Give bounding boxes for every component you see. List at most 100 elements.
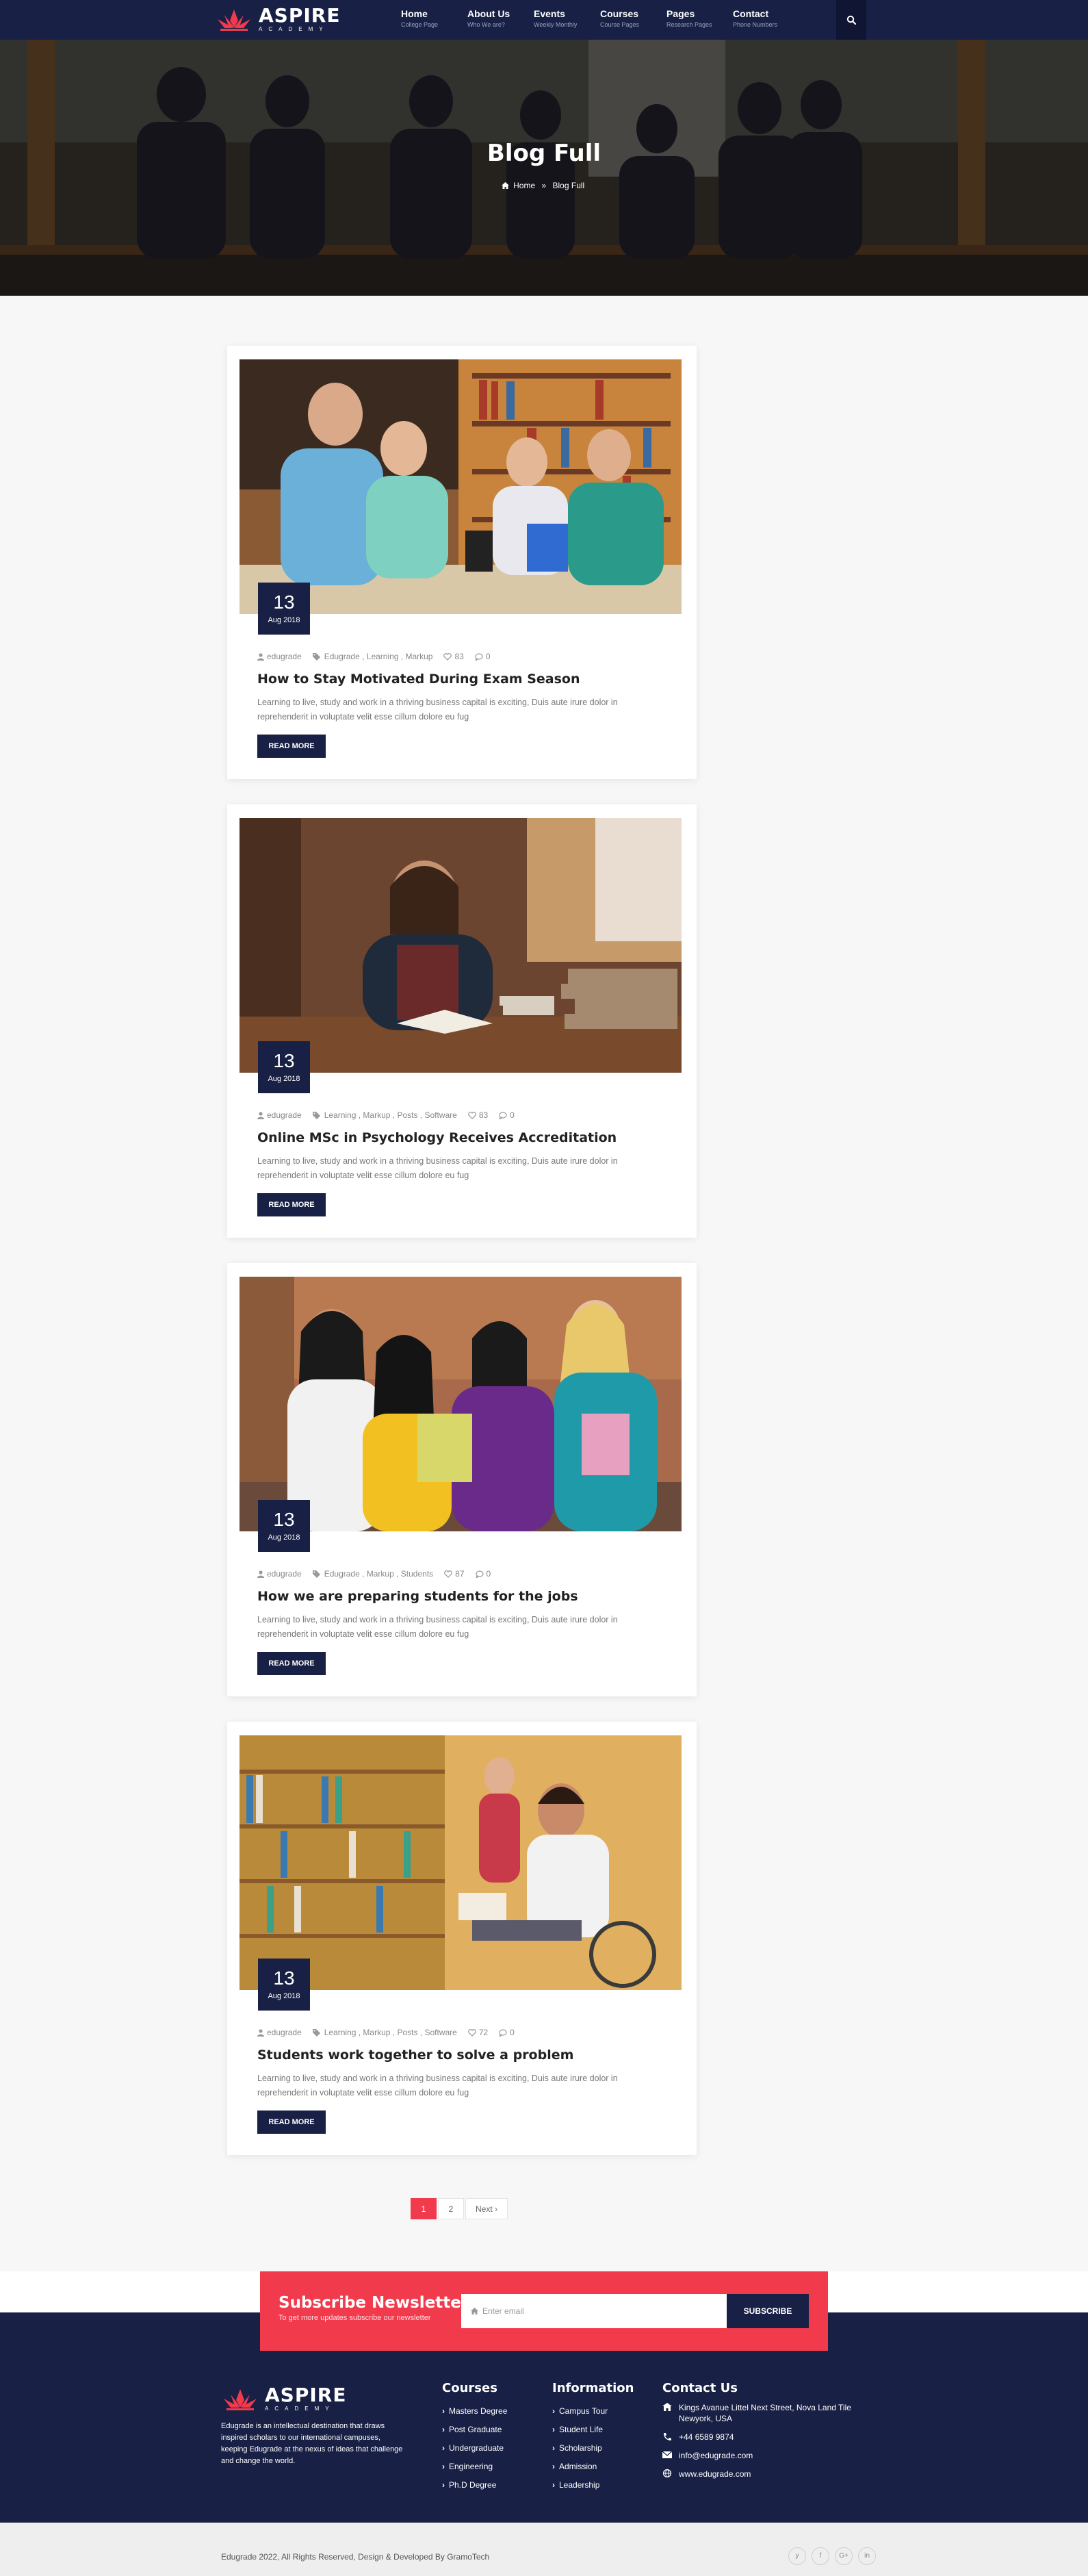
post-date-badge: 13 Aug 2018 — [258, 1041, 310, 1093]
post-tags[interactable]: Edugrade , Markup , Students — [312, 1569, 434, 1579]
linkedin-icon[interactable]: in — [858, 2547, 876, 2565]
nav-item-contact[interactable]: Contact Phone Numbers — [733, 8, 799, 29]
nav-item-events[interactable]: Events Weekly Monthly — [534, 8, 600, 29]
address-text: Kings Avanue Littel Next Street, Nova La… — [679, 2403, 851, 2423]
post-tags[interactable]: Learning , Markup , Posts , Software — [312, 1110, 457, 1120]
tag-list: Edugrade , Markup , Students — [324, 1569, 434, 1579]
nav-title: Events — [534, 8, 565, 19]
nav-item-pages[interactable]: Pages Research Pages — [666, 8, 733, 29]
social-links: y f G+ in — [783, 2547, 876, 2565]
post-tags[interactable]: Learning , Markup , Posts , Software — [312, 2028, 457, 2037]
nav-subtitle: Weekly Monthly — [534, 21, 578, 28]
post-likes[interactable]: 87 — [444, 1569, 465, 1579]
nav-item-courses[interactable]: Courses Course Pages — [600, 8, 666, 29]
lotus-logo-icon — [218, 10, 250, 31]
read-more-button[interactable]: READ MORE — [257, 1193, 326, 1216]
post-date-badge: 13 Aug 2018 — [258, 1500, 310, 1552]
post-comments[interactable]: 0 — [475, 652, 491, 661]
post-author[interactable]: edugrade — [257, 652, 302, 661]
page-hero: Blog Full Home » Blog Full — [0, 40, 1088, 296]
youtube-icon[interactable]: y — [788, 2547, 806, 2565]
copyright-bar: Edugrade 2022, All Rights Reserved, Desi… — [0, 2523, 1088, 2576]
footer-link-label: Masters Degree — [449, 2406, 508, 2416]
post-title[interactable]: Students work together to solve a proble… — [257, 2048, 573, 2063]
post-date-day: 13 — [273, 1050, 295, 1071]
contact-address: Kings Avanue Littel Next Street, Nova La… — [662, 2402, 861, 2424]
post-title[interactable]: How we are preparing students for the jo… — [257, 1589, 578, 1604]
post-image[interactable] — [239, 1277, 682, 1531]
google-plus-icon[interactable]: G+ — [835, 2547, 853, 2565]
globe-icon — [662, 2469, 672, 2477]
footer-link[interactable]: › Scholarship — [552, 2439, 634, 2458]
page-title: Blog Full — [487, 140, 601, 167]
blog-post-card: 13 Aug 2018 edugrade Edugrade , Markup ,… — [227, 1263, 697, 1696]
post-likes[interactable]: 83 — [467, 1110, 488, 1120]
post-author[interactable]: edugrade — [257, 2028, 302, 2037]
website-text: www.edugrade.com — [679, 2469, 751, 2479]
footer-information: Information › Campus Tour › Student Life ›… — [552, 2381, 634, 2495]
post-title[interactable]: How to Stay Motivated During Exam Season — [257, 672, 580, 687]
post-comments[interactable]: 0 — [499, 2028, 515, 2037]
footer-link[interactable]: › Masters Degree — [442, 2402, 507, 2421]
students-group-photo — [239, 1277, 682, 1531]
blog-post-card: 13 Aug 2018 edugrade Learning , Markup ,… — [227, 1722, 697, 2155]
footer-link[interactable]: › Admission — [552, 2458, 634, 2476]
post-comments[interactable]: 0 — [475, 1569, 491, 1579]
post-date-day: 13 — [273, 1967, 295, 1989]
search-button[interactable] — [836, 0, 866, 40]
breadcrumb-home[interactable]: Home — [513, 181, 535, 190]
footer-link[interactable]: › Post Graduate — [442, 2421, 507, 2439]
post-image[interactable] — [239, 818, 682, 1073]
footer-link[interactable]: › Leadership — [552, 2476, 634, 2495]
newsletter-email-input[interactable]: Enter email — [461, 2294, 727, 2328]
post-author[interactable]: edugrade — [257, 1569, 302, 1579]
post-excerpt: Learning to live, study and work in a th… — [257, 2074, 618, 2097]
nav-item-about-us[interactable]: About Us Who We are? — [467, 8, 534, 29]
post-likes[interactable]: 72 — [467, 2028, 488, 2037]
read-more-button[interactable]: READ MORE — [257, 2110, 326, 2134]
newsletter-box: Subscribe Newsletter To get more updates… — [260, 2271, 828, 2351]
post-tags[interactable]: Edugrade , Learning , Markup — [312, 652, 432, 661]
footer-link-label: Campus Tour — [559, 2406, 608, 2416]
site-logo[interactable]: ASPIRE ACADEMY — [215, 6, 340, 33]
user-icon — [257, 1111, 264, 1119]
read-more-button[interactable]: READ MORE — [257, 1652, 326, 1675]
tag-list: Learning , Markup , Posts , Software — [324, 1110, 457, 1120]
newsletter-subtitle: To get more updates subscribe our newsle… — [279, 2314, 431, 2322]
tags-icon — [312, 1570, 320, 1578]
page-2-button[interactable]: 2 — [438, 2198, 464, 2219]
footer-link[interactable]: › Undergraduate — [442, 2439, 507, 2458]
footer-link[interactable]: › Engineering — [442, 2458, 507, 2476]
contact-phone[interactable]: +44 6589 9874 — [662, 2432, 861, 2443]
footer-courses: Courses › Masters Degree › Post Graduate ›… — [442, 2381, 507, 2495]
subscribe-button[interactable]: SUBSCRIBE — [727, 2294, 809, 2328]
contact-website[interactable]: www.edugrade.com — [662, 2469, 861, 2479]
post-excerpt: Learning to live, study and work in a th… — [257, 1156, 618, 1180]
post-title[interactable]: Online MSc in Psychology Receives Accred… — [257, 1130, 617, 1145]
contact-email[interactable]: info@edugrade.com — [662, 2450, 861, 2461]
comment-icon — [475, 652, 483, 661]
facebook-icon[interactable]: f — [812, 2547, 829, 2565]
likes-count: 87 — [455, 1569, 465, 1579]
nav-item-home[interactable]: Home College Page — [401, 8, 467, 29]
footer-link-label: Engineering — [449, 2462, 493, 2471]
nav-subtitle: College Page — [401, 21, 439, 28]
post-comments[interactable]: 0 — [499, 1110, 515, 1120]
email-placeholder: Enter email — [482, 2306, 524, 2316]
post-image[interactable] — [239, 359, 682, 614]
footer-logo[interactable]: ASPIRE ACADEMY — [221, 2386, 346, 2412]
footer-link[interactable]: › Student Life — [552, 2421, 634, 2439]
post-likes[interactable]: 83 — [443, 652, 464, 661]
post-meta: edugrade Edugrade , Learning , Markup 83… — [257, 652, 502, 661]
post-author[interactable]: edugrade — [257, 1110, 302, 1120]
comments-count: 0 — [486, 1569, 491, 1579]
footer-link[interactable]: › Campus Tour — [552, 2402, 634, 2421]
read-more-button[interactable]: READ MORE — [257, 735, 326, 758]
main-menu: Home College Page About Us Who We are? E… — [401, 8, 799, 29]
home-icon — [471, 2308, 478, 2314]
post-date-month: Aug 2018 — [268, 1533, 300, 1542]
post-image[interactable] — [239, 1735, 682, 1990]
page-1-button[interactable]: 1 — [411, 2198, 437, 2219]
next-page-button[interactable]: Next › — [465, 2198, 508, 2219]
footer-link[interactable]: › Ph.D Degree — [442, 2476, 507, 2495]
